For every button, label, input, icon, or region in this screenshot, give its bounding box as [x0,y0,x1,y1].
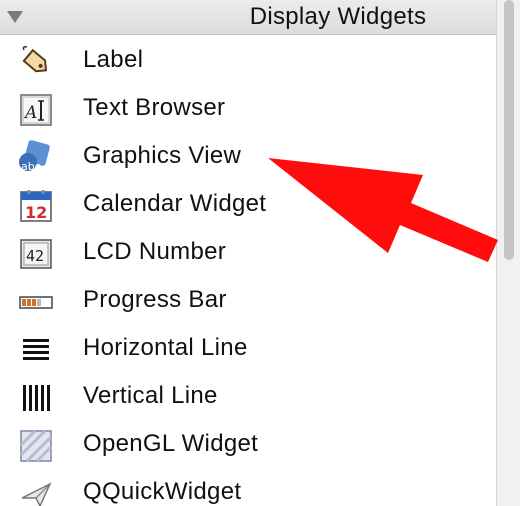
label-tag-icon [18,44,54,80]
scrollbar-thumb[interactable] [504,0,514,260]
widget-item-graphics-view[interactable]: abc Graphics View [0,134,496,182]
widget-item-calendar-widget[interactable]: 12 Calendar Widget [0,182,496,230]
qquickwidget-icon [18,476,54,506]
widget-item-horizontal-line[interactable]: Horizontal Line [0,326,496,374]
widget-item-lcd-number[interactable]: 42 LCD Number [0,230,496,278]
widget-label: Text Browser [83,94,226,121]
widget-item-opengl-widget[interactable]: OpenGL Widget [0,422,496,470]
widget-label: Graphics View [83,142,242,169]
vertical-line-icon [18,380,54,416]
widget-label: OpenGL Widget [83,430,259,457]
svg-text:12: 12 [25,203,47,222]
widget-label: Vertical Line [83,382,218,409]
widget-label: Calendar Widget [83,190,267,217]
svg-text:abc: abc [21,160,41,173]
lcd-number-icon: 42 [18,236,54,272]
opengl-widget-icon [18,428,54,464]
widget-label: Progress Bar [83,286,227,313]
graphics-view-icon: abc [18,140,54,176]
widget-item-qquickwidget[interactable]: QQuickWidget [0,470,496,506]
progress-bar-icon [18,284,54,320]
category-title: Display Widgets [249,3,427,30]
widget-item-vertical-line[interactable]: Vertical Line [0,374,496,422]
widget-box-panel: Display Widgets Label A Text Browser abc… [0,0,496,506]
widget-list: Label A Text Browser abc Graphics View 1… [0,38,496,506]
widget-item-progress-bar[interactable]: Progress Bar [0,278,496,326]
widget-label: QQuickWidget [83,478,242,505]
calendar-icon: 12 [18,188,54,224]
widget-label: LCD Number [83,238,227,265]
svg-text:A: A [23,103,37,123]
vertical-scrollbar[interactable] [496,0,520,506]
widget-item-text-browser[interactable]: A Text Browser [0,86,496,134]
category-header-display-widgets[interactable]: Display Widgets [0,0,496,35]
widget-label: Horizontal Line [83,334,248,361]
horizontal-line-icon [18,332,54,368]
svg-text:42: 42 [26,247,44,265]
text-browser-icon: A [18,92,54,128]
widget-item-label[interactable]: Label [0,38,496,86]
widget-label: Label [83,46,144,73]
